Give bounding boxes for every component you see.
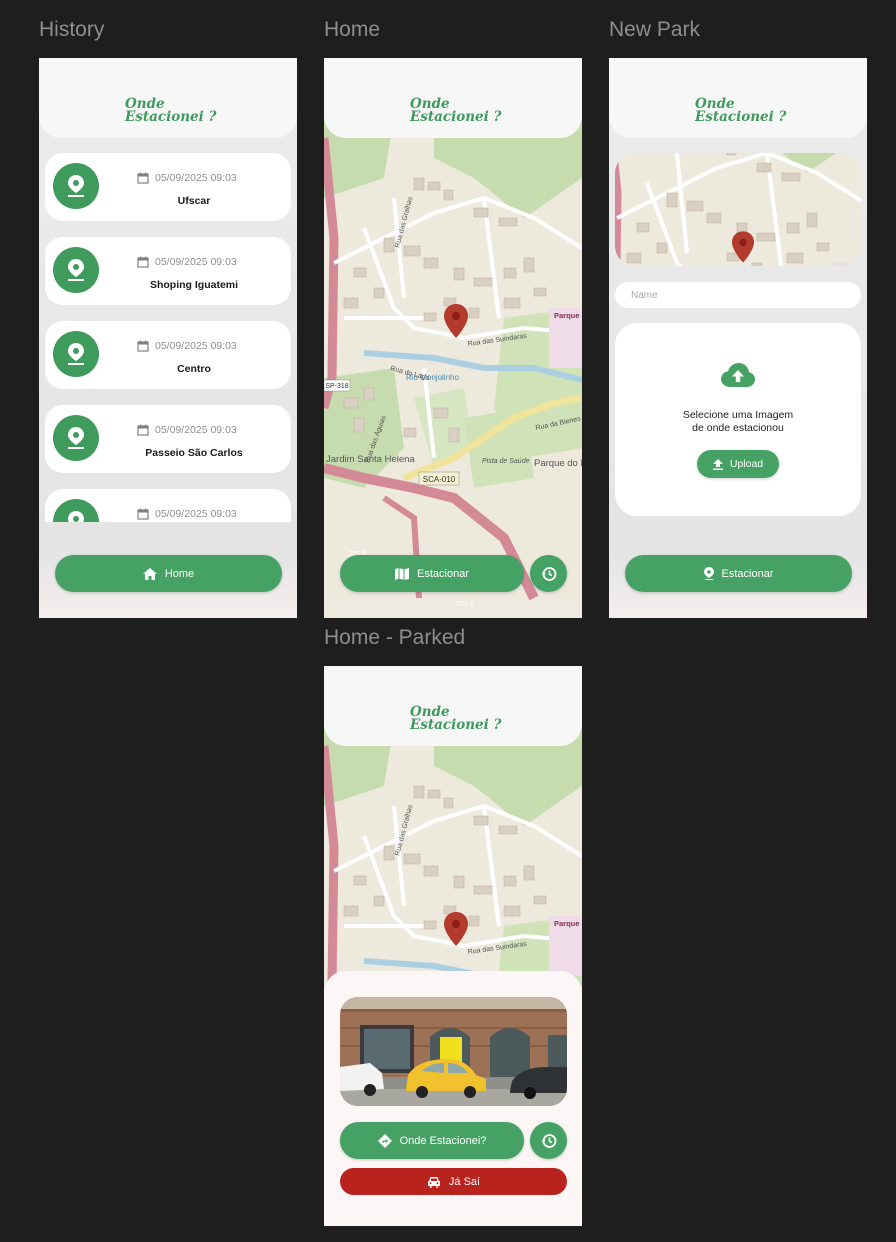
- park-button[interactable]: Estacionar: [340, 555, 524, 592]
- history-item[interactable]: 05/09/2025 09:03 Ufscar: [45, 153, 291, 221]
- parking-photo: [340, 997, 567, 1106]
- location-pin-icon: [703, 567, 714, 580]
- date-text: 05/09/2025 09:03: [155, 424, 237, 436]
- history-button[interactable]: [530, 555, 567, 592]
- history-item-place: Shoping Iguatemi: [149, 279, 239, 291]
- upload-button[interactable]: Upload: [697, 450, 779, 478]
- logo-line-2: Estacionei ?: [410, 108, 502, 125]
- frame-title-home: Home: [324, 18, 381, 41]
- location-pin-icon: [53, 247, 99, 293]
- park-button[interactable]: Estacionar: [625, 555, 852, 592]
- parked-sheet: Onde Estacionei? Já Saí: [324, 971, 582, 1226]
- date-text: 05/09/2025 09:03: [155, 508, 237, 520]
- app-logo: Onde Estacionei ?: [695, 98, 786, 123]
- map-label: Pista de Saúde: [482, 458, 530, 465]
- calendar-icon: [137, 340, 149, 352]
- history-item[interactable]: 05/09/2025 09:03: [45, 489, 291, 522]
- date-text: 05/09/2025 09:03: [155, 256, 237, 268]
- app-header: Onde Estacionei ?: [39, 58, 297, 138]
- cloud-upload-icon: [721, 363, 755, 387]
- calendar-icon: [137, 424, 149, 436]
- map-label: Parque Ecológico de São Carlos Doutor An…: [554, 919, 582, 928]
- new-park-screen: Onde Estacionei ? Selecione uma Imagem d…: [609, 58, 867, 618]
- app-header: Onde Estacionei ?: [324, 58, 582, 138]
- date-text: 05/09/2025 09:03: [155, 340, 237, 352]
- map-label: SP-318: [325, 383, 348, 390]
- frame-title-history: History: [39, 18, 105, 41]
- home-button-label: Home: [164, 567, 195, 580]
- upload-icon: [712, 458, 723, 470]
- history-item-place: Ufscar: [177, 195, 211, 207]
- location-marker-icon: [444, 912, 468, 946]
- location-pin-icon: [53, 331, 99, 377]
- directions-icon: [377, 1133, 392, 1148]
- map-label: Jardim Santa Helena: [326, 454, 415, 465]
- history-icon: [541, 1133, 556, 1148]
- map-label: Rio Monjolinho: [406, 373, 459, 382]
- where-parked-button-label: Onde Estacionei?: [399, 1134, 487, 1147]
- home-icon: [142, 567, 157, 580]
- location-pin-icon: [53, 415, 99, 461]
- car-icon: [427, 1176, 440, 1188]
- park-button-label: Estacionar: [417, 567, 469, 580]
- history-item-date: 05/09/2025 09:03: [137, 508, 237, 520]
- location-pin-icon: [53, 499, 99, 522]
- app-logo: Onde Estacionei ?: [125, 98, 216, 123]
- upload-button-label: Upload: [729, 458, 764, 470]
- history-button[interactable]: [530, 1122, 567, 1159]
- left-parking-button-label: Já Saí: [448, 1175, 481, 1188]
- history-icon: [541, 566, 556, 581]
- upload-area[interactable]: Selecione uma Imagem de onde estacionou …: [615, 323, 861, 516]
- history-item-date: 05/09/2025 09:03: [137, 340, 237, 352]
- history-screen: Onde Estacionei ? 05/09/2025 09:03 Ufsca…: [39, 58, 297, 618]
- home-parked-screen: Rua das Gralhas Rua das Suindaras Parque…: [324, 666, 582, 1226]
- map-label: Parque Ecológico de São Carlos Doutor An…: [554, 311, 582, 320]
- calendar-icon: [137, 508, 149, 520]
- history-list[interactable]: 05/09/2025 09:03 Ufscar 05/09/2025 09:03…: [39, 138, 297, 522]
- map-label: 235 A: [455, 601, 474, 608]
- map-label: SCA-010: [423, 475, 456, 484]
- map-preview[interactable]: [615, 153, 861, 266]
- history-item[interactable]: 05/09/2025 09:03 Shoping Iguatemi: [45, 237, 291, 305]
- date-text: 05/09/2025 09:03: [155, 172, 237, 184]
- location-marker-icon: [732, 231, 754, 263]
- app-logo: Onde Estacionei ?: [410, 706, 501, 731]
- map-view[interactable]: Rua das Gralhas Rua do Lago Rio Monjolin…: [324, 118, 582, 618]
- frame-title-new-park: New Park: [609, 18, 701, 41]
- upload-line-2: de onde estacionou: [692, 422, 784, 434]
- location-marker-icon: [444, 304, 468, 338]
- left-parking-button[interactable]: Já Saí: [340, 1168, 567, 1195]
- home-button[interactable]: Home: [55, 555, 282, 592]
- app-header: Onde Estacionei ?: [609, 58, 867, 138]
- history-item-date: 05/09/2025 09:03: [137, 172, 237, 184]
- history-item[interactable]: 05/09/2025 09:03 Centro: [45, 321, 291, 389]
- history-item-place: Centro: [177, 363, 211, 375]
- logo-line-2: Estacionei ?: [695, 108, 787, 125]
- logo-line-2: Estacionei ?: [125, 108, 217, 125]
- calendar-icon: [137, 172, 149, 184]
- history-item-place: Passeio São Carlos: [145, 447, 243, 459]
- app-logo: Onde Estacionei ?: [410, 98, 501, 123]
- where-parked-button[interactable]: Onde Estacionei?: [340, 1122, 524, 1159]
- history-item-date: 05/09/2025 09:03: [137, 256, 237, 268]
- history-item-date: 05/09/2025 09:03: [137, 424, 237, 436]
- calendar-icon: [137, 256, 149, 268]
- history-item[interactable]: 05/09/2025 09:03 Passeio São Carlos: [45, 405, 291, 473]
- map-icon: [395, 567, 409, 580]
- frame-title-home-parked: Home - Parked: [324, 626, 466, 649]
- map-view[interactable]: Rua das Gralhas Rua das Suindaras Parque…: [324, 726, 582, 986]
- app-header: Onde Estacionei ?: [324, 666, 582, 746]
- location-pin-icon: [53, 163, 99, 209]
- upload-line-1: Selecione uma Imagem: [682, 409, 794, 421]
- park-button-label: Estacionar: [721, 567, 774, 580]
- logo-line-2: Estacionei ?: [410, 716, 502, 733]
- map-label: Parque do Espraiado: [534, 458, 582, 469]
- upload-instructions: Selecione uma Imagem de onde estacionou: [615, 409, 861, 435]
- name-input[interactable]: [615, 282, 861, 308]
- home-screen: Rua das Gralhas Rua do Lago Rio Monjolin…: [324, 58, 582, 618]
